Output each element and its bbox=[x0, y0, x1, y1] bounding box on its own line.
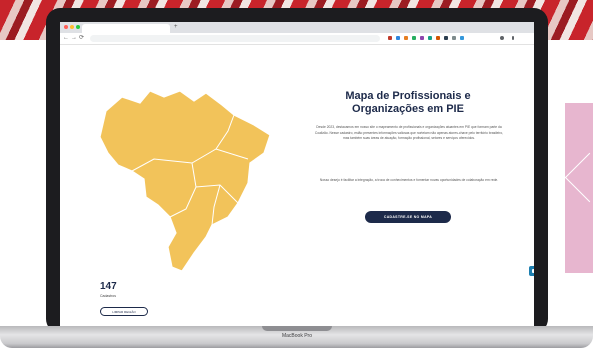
registration-count: 147 bbox=[100, 281, 117, 292]
page-content: 147 Cadastros LIMPAR REGIÃO Mapa de Prof… bbox=[60, 45, 534, 327]
browser-tab[interactable] bbox=[82, 24, 170, 33]
profile-avatar-icon[interactable] bbox=[500, 36, 504, 40]
forward-icon[interactable]: → bbox=[71, 34, 77, 43]
brazil-region-shape[interactable] bbox=[99, 90, 271, 272]
extension-icon[interactable] bbox=[396, 36, 400, 40]
extension-icon[interactable] bbox=[412, 36, 416, 40]
reload-icon[interactable]: ⟳ bbox=[79, 34, 84, 43]
register-on-map-button[interactable]: CADASTRE-SE NO MAPA bbox=[365, 211, 451, 223]
registration-count-label: Cadastros bbox=[100, 294, 116, 298]
intro-paragraph: Desde 2023, destacamos em nosso site o m… bbox=[314, 125, 504, 140]
extension-icon[interactable] bbox=[420, 36, 424, 40]
address-bar-row: ← → ⟳ bbox=[60, 33, 534, 45]
browser-menu-icon[interactable] bbox=[512, 36, 514, 40]
extension-icon[interactable] bbox=[428, 36, 432, 40]
close-window-icon[interactable] bbox=[64, 25, 68, 29]
extension-icon[interactable] bbox=[404, 36, 408, 40]
chat-button[interactable] bbox=[529, 266, 534, 276]
browser-window: + ← → ⟳ 147 Cadastros LIMPAR REGIÃO Mapa… bbox=[60, 22, 534, 327]
extension-icon[interactable] bbox=[460, 36, 464, 40]
linkedin-icon[interactable]: in bbox=[532, 231, 535, 237]
minimize-window-icon[interactable] bbox=[70, 25, 74, 29]
extension-icon[interactable] bbox=[388, 36, 392, 40]
brazil-map bbox=[99, 90, 271, 272]
url-input[interactable] bbox=[90, 35, 380, 42]
youtube-icon[interactable]: ▶ bbox=[532, 246, 534, 252]
device-brand-label: MacBook Pro bbox=[281, 333, 312, 339]
new-tab-button[interactable]: + bbox=[174, 23, 178, 32]
tab-bar: + bbox=[60, 22, 534, 33]
extension-icon[interactable] bbox=[444, 36, 448, 40]
page-title: Mapa de Profissionais e Organizações em … bbox=[345, 90, 471, 115]
mission-paragraph: Nosso desejo é facilitar a integração, a… bbox=[319, 178, 499, 182]
instagram-icon[interactable]: ◎ bbox=[532, 216, 535, 222]
clear-region-button[interactable]: LIMPAR REGIÃO bbox=[100, 307, 148, 316]
extension-icon[interactable] bbox=[436, 36, 440, 40]
laptop-notch bbox=[262, 326, 332, 331]
chat-icon bbox=[532, 269, 534, 273]
extension-icon[interactable] bbox=[452, 36, 456, 40]
back-icon[interactable]: ← bbox=[63, 34, 69, 43]
maximize-window-icon[interactable] bbox=[76, 25, 80, 29]
